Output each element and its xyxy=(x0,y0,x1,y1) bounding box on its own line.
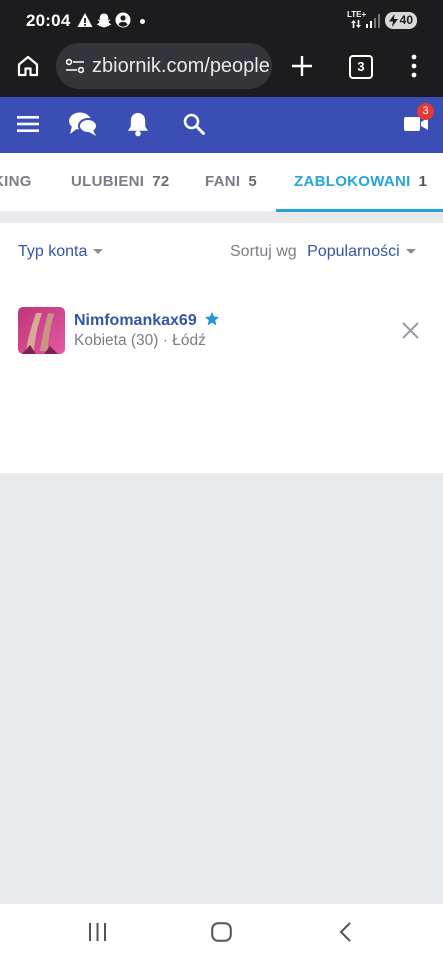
video-notification-badge: 3 xyxy=(417,103,434,120)
warning-icon xyxy=(77,13,93,27)
tab-count: 1 xyxy=(418,173,428,190)
data-arrows-icon xyxy=(351,20,361,28)
tab-label: KING xyxy=(0,173,32,190)
account-type-filter[interactable]: Typ konta xyxy=(18,243,104,261)
tab-ulubieni[interactable]: ULUBIENI 72 xyxy=(71,173,170,190)
address-bar[interactable]: zbiornik.com/people xyxy=(56,43,272,89)
url-text: zbiornik.com/people xyxy=(92,55,270,77)
tabs-divider xyxy=(0,212,443,223)
search-icon[interactable] xyxy=(183,113,205,135)
signal-icon xyxy=(366,14,380,28)
tab-king[interactable]: KING xyxy=(0,173,32,190)
user-name-text: Nimfomankax69 xyxy=(74,312,197,329)
user-name[interactable]: Nimfomankax69 xyxy=(74,311,220,330)
tab-label: ZABLOKOWANI xyxy=(294,173,411,190)
star-icon xyxy=(205,312,220,326)
account-type-label: Typ konta xyxy=(18,243,88,260)
sort-value: Popularności xyxy=(307,243,400,260)
blocked-users-card: Typ konta Sortuj wg Popularności Nimfoma… xyxy=(0,223,443,473)
close-icon[interactable] xyxy=(402,322,419,339)
snapchat-icon xyxy=(97,13,111,28)
bell-icon[interactable] xyxy=(127,111,149,137)
recent-apps-icon[interactable] xyxy=(88,923,107,941)
tab-zablokowani[interactable]: ZABLOKOWANI 1 xyxy=(294,173,427,190)
battery-indicator: 40 xyxy=(385,12,417,29)
battery-level: 40 xyxy=(399,13,413,27)
sort-label: Sortuj wg xyxy=(230,243,297,260)
avatar[interactable] xyxy=(18,307,65,354)
tab-label: FANI xyxy=(205,173,241,190)
sort-control: Sortuj wg Popularności xyxy=(230,243,416,261)
site-settings-icon[interactable] xyxy=(66,58,84,74)
tab-count: 5 xyxy=(248,173,258,190)
tab-label: ULUBIENI xyxy=(71,173,145,190)
charging-icon xyxy=(389,14,398,27)
browser-toolbar: zbiornik.com/people 3 xyxy=(0,40,443,97)
user-details: Kobieta (30) · Łódź xyxy=(74,332,206,349)
system-nav-bar xyxy=(0,904,443,960)
home-circle-icon[interactable] xyxy=(211,922,232,942)
people-tabs: KING ULUBIENI 72 FANI 5 ZABLOKOWANI 1 xyxy=(0,153,443,211)
network-type: LTE+ xyxy=(347,10,367,19)
notification-dot xyxy=(140,19,145,24)
sort-dropdown[interactable]: Popularności xyxy=(307,243,416,260)
avatar-image xyxy=(18,307,65,354)
hamburger-menu-icon[interactable] xyxy=(17,115,39,133)
site-header: 3 xyxy=(0,97,443,153)
tab-fani[interactable]: FANI 5 xyxy=(205,173,257,190)
chevron-down-icon xyxy=(93,249,104,255)
menu-dots-icon[interactable] xyxy=(410,54,418,78)
account-circle-icon xyxy=(115,12,131,28)
chat-icon[interactable] xyxy=(68,111,98,137)
clock: 20:04 xyxy=(26,11,71,30)
status-bar: 20:04 LTE+ 40 xyxy=(0,0,443,40)
back-icon[interactable] xyxy=(339,922,351,942)
chevron-down-icon xyxy=(405,249,416,255)
tab-switcher-button[interactable]: 3 xyxy=(349,55,373,79)
new-tab-icon[interactable] xyxy=(291,55,313,77)
home-icon[interactable] xyxy=(16,54,40,78)
tab-count: 72 xyxy=(152,173,170,190)
